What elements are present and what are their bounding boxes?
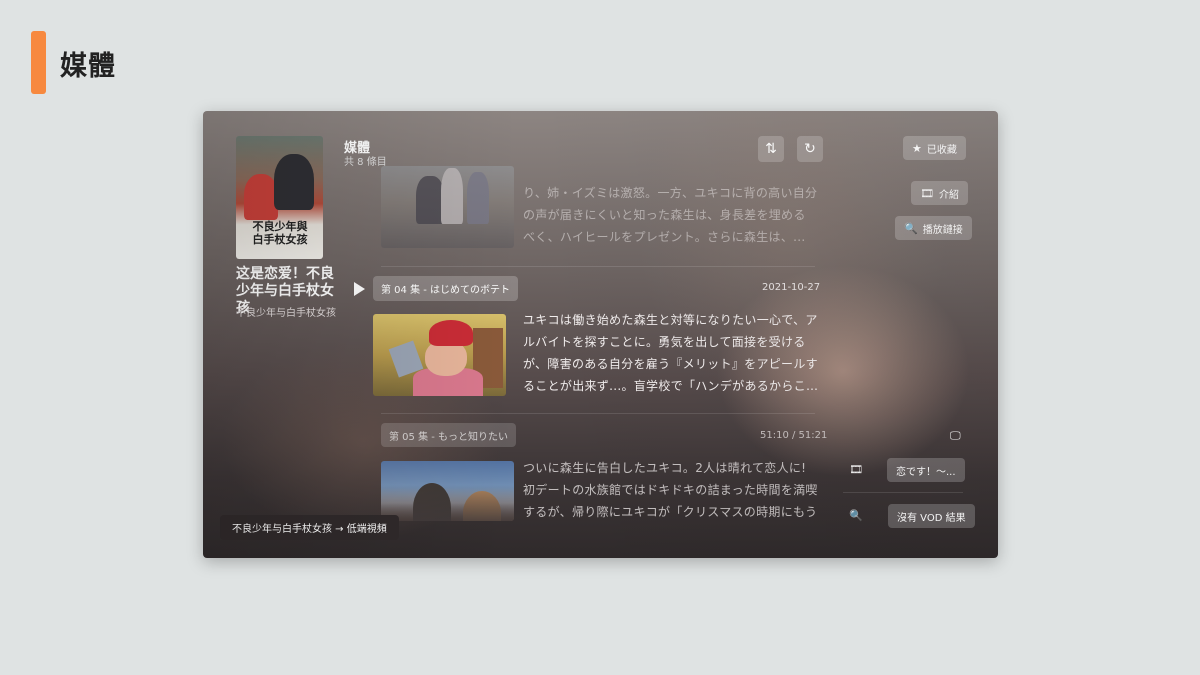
favorite-label: 已收藏 xyxy=(926,144,957,156)
refresh-icon: ↻ xyxy=(804,141,816,157)
episode-description: ユキコは働き始めた森生と対等になりたい一心で、ア ルバイトを探すことに。勇気を出… xyxy=(523,309,818,397)
episode-thumbnail[interactable] xyxy=(373,314,506,396)
sort-icon: ⇅ xyxy=(765,141,777,157)
page-title: 媒體 xyxy=(60,51,116,82)
poster-art-line: 不良少年與 xyxy=(252,220,308,233)
divider xyxy=(381,266,815,267)
media-window: 不良少年與 白手杖女孩 这是恋爱！不良少年与白手杖女孩 不良少年与白手杖女孩 媒… xyxy=(203,111,998,558)
thumb-figure xyxy=(416,176,444,224)
episode-tag[interactable]: 第 05 集 - もっと知りたい xyxy=(381,423,517,447)
vod-result-label: 沒有 VOD 結果 xyxy=(897,512,966,524)
description-line: するが、帰り際にユキコが「クリスマスの時期にもう xyxy=(523,505,818,519)
episode-thumbnail[interactable] xyxy=(381,166,514,248)
play-link-button[interactable]: 🔍 播放鏈接 xyxy=(895,216,972,240)
episode-date: 2021-10-27 xyxy=(762,282,821,293)
redirect-toast[interactable]: 不良少年与白手杖女孩 → 低端視頻 xyxy=(220,515,399,540)
episode-progress: 51:10 / 51:21 xyxy=(760,430,828,441)
episode-tag[interactable]: 第 04 集 - はじめてのボテト xyxy=(373,276,519,301)
description-line: ついに森生に告白したユキコ。2人は晴れて恋人に! xyxy=(523,461,807,475)
intro-button[interactable]: 🎞 介紹 xyxy=(911,181,968,205)
description-line: り、姉・イズミは激怒。一方、ユキコに背の高い自分 xyxy=(523,186,818,200)
favorite-button[interactable]: ★ 已收藏 xyxy=(903,136,966,160)
divider xyxy=(381,413,815,414)
description-line: 初デートの水族館ではドキドキの詰まった時間を満喫 xyxy=(523,483,818,497)
episode-description: り、姉・イズミは激怒。一方、ユキコに背の高い自分 の声が届きにくいと知った森生は… xyxy=(523,182,818,248)
divider xyxy=(843,492,963,493)
thumb-fade xyxy=(381,461,514,521)
poster-figure xyxy=(244,174,278,220)
sort-button[interactable]: ⇅ xyxy=(758,136,784,162)
description-line: ユキコは働き始めた森生と対等になりたい一心で、ア xyxy=(523,313,818,327)
accent-bar xyxy=(31,31,46,94)
thumb-hat xyxy=(429,320,473,346)
thumb-figure xyxy=(467,172,489,224)
search-icon: 🔍 xyxy=(849,509,863,522)
search-icon: 🔍 xyxy=(904,221,918,235)
episode-thumbnail[interactable] xyxy=(381,461,514,521)
vod-result-button[interactable]: 沒有 VOD 結果 xyxy=(888,504,975,528)
description-line: べく、ハイヒールをプレゼント。さらに森生は、... xyxy=(523,230,806,244)
episode-description: ついに森生に告白したユキコ。2人は晴れて恋人に! 初デートの水族館ではドキドキの… xyxy=(523,457,818,523)
play-icon xyxy=(354,282,365,296)
description-line: ルバイトを探すことに。勇気を出して面接を受ける xyxy=(523,335,806,349)
play-link-label: 播放鏈接 xyxy=(922,224,963,236)
linked-title-label: 恋です！～... xyxy=(896,466,956,478)
linked-title-button[interactable]: 恋です！～... xyxy=(887,458,965,482)
star-icon: ★ xyxy=(912,141,922,155)
film-icon: 🎞 xyxy=(920,186,934,200)
list-count: 共 8 條目 xyxy=(344,157,387,168)
poster-art-text: 不良少年與 白手杖女孩 xyxy=(240,220,320,246)
poster-art-line: 白手杖女孩 xyxy=(252,233,308,246)
film-icon: 🎞 xyxy=(849,463,863,476)
refresh-button[interactable]: ↻ xyxy=(797,136,823,162)
intro-label: 介紹 xyxy=(938,189,959,201)
monitor-icon[interactable]: 🖵 xyxy=(950,429,961,443)
show-poster[interactable]: 不良少年與 白手杖女孩 xyxy=(236,136,323,259)
poster-figure xyxy=(274,154,314,210)
description-line: が、障害のある自分を雇う『メリット』をアピールす xyxy=(523,357,818,371)
thumb-figure xyxy=(441,168,463,224)
description-line: の声が届きにくいと知った森生は、身長差を埋める xyxy=(523,208,806,222)
description-line: ることが出来ず...。盲学校で「ハンデがあるからこ... xyxy=(523,379,818,393)
show-subtitle: 不良少年与白手杖女孩 xyxy=(236,308,336,319)
